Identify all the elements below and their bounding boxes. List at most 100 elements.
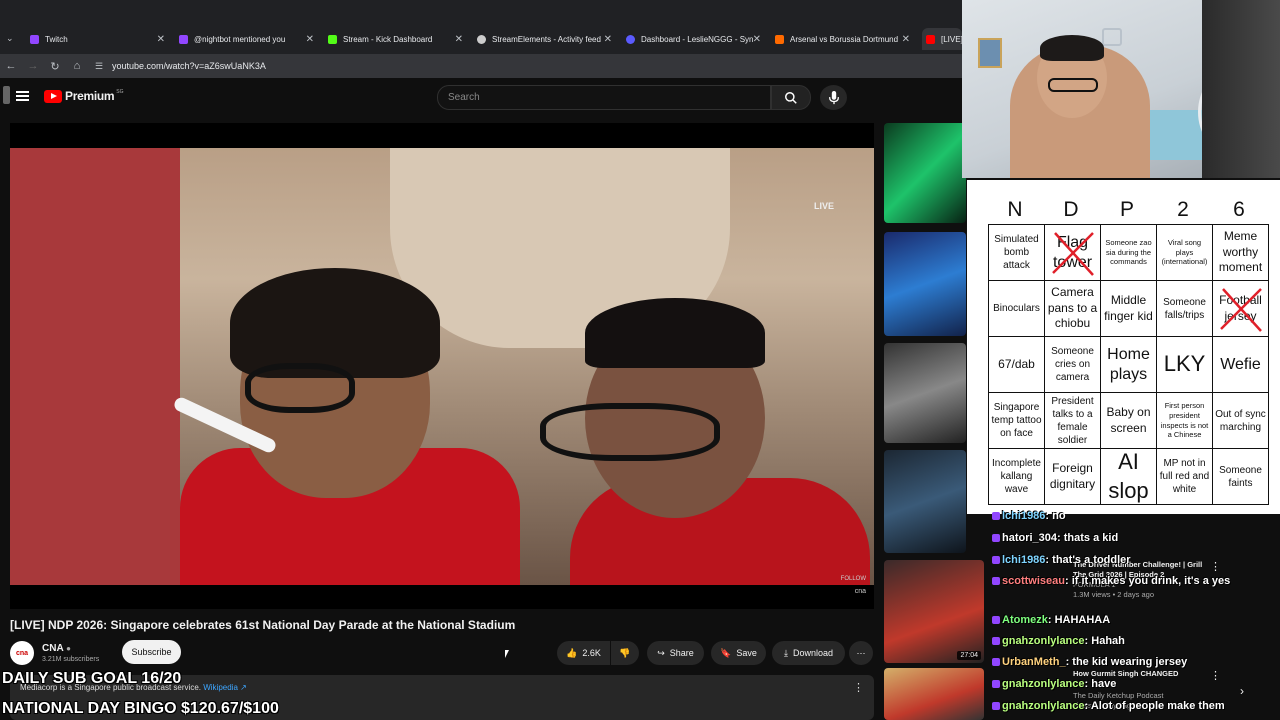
- close-tab-icon[interactable]: ✕: [306, 34, 314, 45]
- channel-avatar[interactable]: cna: [10, 641, 34, 665]
- channel-name[interactable]: CNA: [42, 643, 63, 654]
- kick-favicon-icon: [328, 34, 337, 44]
- bingo-cell-text: Middle finger kid: [1104, 292, 1153, 323]
- back-icon[interactable]: ←: [0, 60, 22, 72]
- bookmark-icon: 🔖: [720, 647, 732, 658]
- bingo-cell: Camera pans to a chiobu: [1045, 281, 1101, 337]
- chat-username: lchi1986: [1002, 510, 1046, 522]
- recommended-thumbnail[interactable]: [884, 343, 966, 443]
- youtube-logo[interactable]: Premium SG: [44, 89, 124, 103]
- follow-sub: cna: [854, 588, 866, 595]
- browser-tab-active[interactable]: [LIVE] N: [922, 28, 962, 50]
- reload-icon[interactable]: ↻: [44, 60, 66, 73]
- thumbs-down-icon: 👎: [619, 647, 631, 658]
- site-info-icon[interactable]: ☰: [88, 61, 110, 72]
- chat-username: lchi1986: [1002, 554, 1046, 566]
- recommended-thumbnail[interactable]: [884, 232, 966, 336]
- bingo-cell-text: LKY: [1163, 351, 1206, 377]
- bingo-cell-text: Someone falls/trips: [1163, 296, 1206, 321]
- tab-label: Dashboard - LeslieNGGG - Syn: [641, 34, 754, 44]
- logo-text: Premium: [65, 89, 115, 103]
- channel-info: cna CNA ● 3.21M subscribers: [10, 640, 99, 666]
- bingo-cell-text: Simulated bomb attack: [994, 234, 1039, 271]
- chat-badge-icon: [992, 556, 1000, 564]
- bingo-cell: Meme worthy moment: [1213, 225, 1269, 281]
- close-tab-icon[interactable]: ✕: [753, 34, 761, 45]
- search-input[interactable]: Search: [437, 85, 771, 110]
- url-field[interactable]: youtube.com/watch?v=aZ6swUaNK3A: [112, 61, 266, 71]
- voice-search-button[interactable]: [820, 85, 847, 110]
- browser-tab[interactable]: Twitch ✕: [30, 28, 165, 50]
- chat-separator: :: [1064, 575, 1072, 587]
- bingo-cell: AI slop: [1101, 449, 1157, 505]
- chat-text: HAHAHAA: [1054, 614, 1111, 626]
- follow-watermark: FOLLOW cna: [841, 576, 866, 595]
- browser-tab[interactable]: Arsenal vs Borussia Dortmund ✕: [775, 28, 910, 50]
- chat-badge-icon: [992, 512, 1000, 520]
- video-adult-figure: [10, 148, 180, 585]
- bingo-cell-text: Meme worthy moment: [1218, 229, 1263, 275]
- browser-tab[interactable]: Stream - Kick Dashboard ✕: [328, 28, 463, 50]
- download-button[interactable]: ⤓ Download: [772, 641, 845, 665]
- microphone-icon: [828, 90, 839, 104]
- twitch-favicon-icon: [179, 34, 188, 44]
- like-count: 2.6K: [582, 648, 601, 658]
- bingo-header-letter: D: [1063, 198, 1079, 221]
- mouse-cursor-icon: [505, 650, 509, 658]
- chat-separator: :: [1047, 614, 1055, 626]
- description-menu-icon[interactable]: ⋮: [853, 681, 864, 694]
- more-actions-button[interactable]: ⋯: [849, 641, 873, 665]
- tab-label: Stream - Kick Dashboard: [343, 34, 433, 44]
- recommended-thumbnail-podcast[interactable]: [884, 668, 984, 720]
- browser-tab[interactable]: @nightbot mentioned you ✕: [179, 28, 314, 50]
- save-button[interactable]: 🔖 Save: [711, 641, 766, 665]
- recommendation-menu-icon[interactable]: ⋮: [1210, 560, 1221, 573]
- forward-icon[interactable]: →: [22, 60, 44, 72]
- bingo-cell-text: Home plays: [1107, 346, 1150, 383]
- close-tab-icon[interactable]: ✕: [157, 34, 165, 45]
- chat-badge-icon: [992, 616, 1000, 624]
- close-tab-icon[interactable]: ✕: [604, 34, 612, 45]
- chat-message: gnahzonlylance: have: [992, 678, 1116, 690]
- bingo-cell: Football jersey: [1213, 281, 1269, 337]
- share-button[interactable]: ↪ Share: [647, 641, 704, 665]
- close-tab-icon[interactable]: ✕: [455, 34, 463, 45]
- live-badge: LIVE: [813, 201, 834, 211]
- browser-tab-bar: ⌄ Twitch ✕ @nightbot mentioned you ✕ Strea…: [0, 0, 962, 54]
- recommendation-menu-icon[interactable]: ⋮: [1210, 669, 1221, 682]
- close-tab-icon[interactable]: ✕: [902, 34, 910, 45]
- chat-text: no: [1052, 510, 1066, 522]
- chat-message: scottwiseau: if it makes you drink, it's…: [992, 575, 1230, 587]
- menu-icon[interactable]: [16, 91, 29, 101]
- dislike-button[interactable]: 👎: [611, 641, 639, 665]
- bingo-cell-text: First person president inspects is not a…: [1160, 401, 1209, 440]
- video-glasses-right: [540, 403, 720, 461]
- chat-text: that's a toddler: [1052, 554, 1131, 566]
- recommended-thumbnail[interactable]: [884, 123, 966, 223]
- video-glasses-left: [245, 363, 355, 413]
- chat-badge-icon: [992, 637, 1000, 645]
- video-boy-hair: [585, 298, 765, 368]
- browser-tab[interactable]: StreamElements - Activity feed ✕: [477, 28, 612, 50]
- chat-username: gnahzonlylance: [1002, 700, 1085, 712]
- webcam-poster: [978, 38, 1002, 68]
- recommended-thumbnail-f1[interactable]: 27:04: [884, 560, 984, 663]
- chat-badge-icon: [992, 680, 1000, 688]
- bingo-cell: 67/dab: [989, 337, 1045, 393]
- search-button[interactable]: [771, 85, 811, 110]
- chat-username: gnahzonlylance: [1002, 635, 1085, 647]
- webcam-feed: [962, 0, 1280, 178]
- bingo-cell-text: Foreign dignitary: [1049, 460, 1096, 491]
- video-player[interactable]: LIVE FOLLOW cna: [10, 123, 874, 609]
- browser-tab[interactable]: Dashboard - LeslieNGGG - Syn ✕: [626, 28, 761, 50]
- like-button[interactable]: 👍 2.6K: [557, 641, 610, 665]
- save-label: Save: [736, 648, 757, 658]
- tab-list-icon[interactable]: ⌄: [6, 33, 14, 44]
- next-chevron-icon[interactable]: ›: [1240, 684, 1244, 698]
- wikipedia-link[interactable]: Wikipedia ↗: [203, 683, 247, 692]
- chat-badge-icon: [992, 577, 1000, 585]
- subscribe-button[interactable]: Subscribe: [122, 640, 181, 664]
- bingo-cell: Baby on screen: [1101, 393, 1157, 449]
- recommended-thumbnail[interactable]: [884, 450, 966, 553]
- home-icon[interactable]: ⌂: [66, 60, 88, 72]
